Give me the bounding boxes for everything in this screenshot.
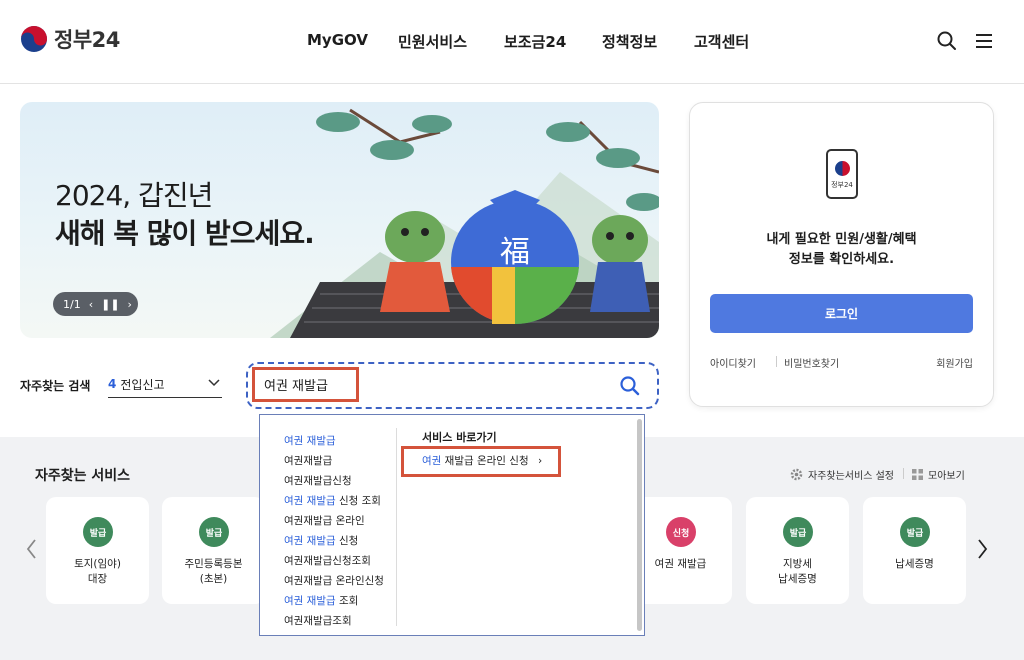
mobile-app-icon: 정부24	[826, 149, 858, 199]
link-divider	[776, 356, 777, 367]
suggestion-item[interactable]: 여권재발급 온라인	[284, 511, 404, 531]
login-card: 정부24 내게 필요한 민원/생활/혜택 정보를 확인하세요. 로그인 아이디찾…	[689, 102, 994, 407]
service-name: 토지(임야) 대장	[74, 558, 121, 585]
suggestion-item[interactable]: 여권재발급조회	[284, 611, 404, 631]
suggestion-item[interactable]: 여권재발급	[284, 451, 404, 471]
service-badge: 발급	[83, 517, 113, 547]
suggestion-list: 여권 재발급 여권재발급 여권재발급신청 여권 재발급 신청 조회 여권재발급 …	[284, 431, 404, 631]
service-shortcut-title: 서비스 바로가기	[422, 431, 497, 444]
suggestion-item[interactable]: 여권 재발급 신청 조회	[284, 491, 404, 511]
chevron-right-icon: ›	[537, 455, 543, 467]
section-link-divider	[903, 468, 904, 479]
banner-pager: 1/1 ‹ ❚❚ ›	[53, 292, 138, 316]
frequent-services-title: 자주찾는 서비스	[35, 468, 131, 484]
banner-next-icon[interactable]: ›	[128, 298, 132, 311]
frequent-search-label: 자주찾는 검색	[20, 379, 91, 393]
popular-search-select[interactable]: 4 전입신고	[108, 371, 222, 398]
main-nav: MyGOV 민원서비스 보조금24 정책정보 고객센터	[0, 0, 1024, 84]
app-label: 정부24	[831, 181, 853, 189]
service-name: 주민등록등본 (초본)	[184, 558, 243, 585]
banner-headline-2: 새해 복 많이 받으세요.	[55, 217, 315, 250]
service-badge: 신청	[666, 517, 696, 547]
nav-subsidy24[interactable]: 보조금24	[504, 31, 566, 52]
suggestion-item[interactable]: 여권 재발급 신청	[284, 531, 404, 551]
suggestion-item[interactable]: 여권재발급신청	[284, 471, 404, 491]
service-shortcut-link[interactable]: 여권 재발급 온라인 신청 ›	[401, 446, 561, 477]
suggestion-item[interactable]: 여권재발급 온라인신청	[284, 571, 404, 591]
banner-pause-icon[interactable]: ❚❚	[101, 298, 119, 311]
service-card-land-register[interactable]: 발급 토지(임야) 대장	[46, 497, 149, 604]
gear-icon	[790, 468, 803, 481]
nav-policy-info[interactable]: 정책정보	[602, 31, 657, 52]
service-badge: 발급	[900, 517, 930, 547]
search-submit-icon[interactable]	[619, 375, 641, 397]
search-box	[246, 362, 659, 409]
hero-banner[interactable]: 福 2024, 갑진년 새해 복 많이 받으세요. 1/1 ‹ ❚❚ ›	[20, 102, 659, 338]
search-input[interactable]	[252, 367, 359, 402]
login-button[interactable]: 로그인	[710, 294, 973, 333]
banner-headline-1: 2024, 갑진년	[55, 179, 213, 212]
site-logo[interactable]: 정부24	[20, 24, 120, 54]
menu-icon[interactable]	[973, 30, 995, 52]
nav-customer-center[interactable]: 고객센터	[694, 31, 749, 52]
logo-text: 정부24	[54, 28, 120, 52]
chevron-down-icon	[208, 379, 220, 387]
find-password-link[interactable]: 비밀번호찾기	[784, 355, 839, 370]
bag-character: 福	[500, 235, 530, 270]
find-id-link[interactable]: 아이디찾기	[710, 355, 756, 370]
shortcut-highlight: 여권	[422, 455, 442, 467]
suggestion-item[interactable]: 여권 재발급 조회	[284, 591, 404, 611]
grid-icon	[912, 469, 923, 480]
banner-page-count: 1/1	[63, 297, 81, 311]
popular-term: 전입신고	[120, 377, 165, 392]
frequent-settings-label: 자주찾는서비스 설정	[808, 471, 894, 482]
nav-civil-service[interactable]: 민원서비스	[398, 31, 467, 52]
service-name: 납세증명	[895, 558, 934, 570]
search-autocomplete-dropdown: 여권 재발급 여권재발급 여권재발급신청 여권 재발급 신청 조회 여권재발급 …	[259, 414, 645, 636]
dropdown-divider	[396, 428, 397, 626]
taegeuk-logo-icon	[21, 26, 47, 52]
view-all-label: 모아보기	[928, 471, 965, 482]
view-all-link[interactable]: 모아보기	[912, 467, 965, 482]
login-message-line2: 정보를 확인하세요.	[788, 252, 895, 267]
popular-rank: 4	[108, 377, 117, 391]
site-header: 정부24 MyGOV 민원서비스 보조금24 정책정보 고객센터	[0, 0, 1024, 84]
dropdown-scrollbar[interactable]	[637, 419, 642, 631]
banner-prev-icon[interactable]: ‹	[89, 298, 93, 311]
service-badge: 발급	[199, 517, 229, 547]
service-badge: 발급	[783, 517, 813, 547]
suggestion-item[interactable]: 여권재발급신청조회	[284, 551, 404, 571]
signup-link[interactable]: 회원가입	[936, 355, 973, 370]
carousel-prev-icon[interactable]	[24, 537, 40, 561]
service-card-local-tax-certificate[interactable]: 발급 지방세 납세증명	[746, 497, 849, 604]
nav-mygov[interactable]: MyGOV	[307, 31, 368, 49]
frequent-settings-link[interactable]: 자주찾는서비스 설정	[790, 467, 894, 482]
suggestion-item[interactable]: 여권 재발급	[284, 431, 404, 451]
search-icon[interactable]	[936, 30, 958, 52]
shortcut-label: 재발급 온라인 신청	[441, 455, 529, 467]
service-card-tax-certificate[interactable]: 발급 납세증명	[863, 497, 966, 604]
service-card-resident-register[interactable]: 발급 주민등록등본 (초본)	[162, 497, 265, 604]
login-message-line1: 내게 필요한 민원/생활/혜택	[766, 232, 917, 247]
service-name: 지방세 납세증명	[778, 558, 817, 585]
carousel-next-icon[interactable]	[974, 537, 990, 561]
taegeuk-mini-icon	[835, 161, 850, 176]
